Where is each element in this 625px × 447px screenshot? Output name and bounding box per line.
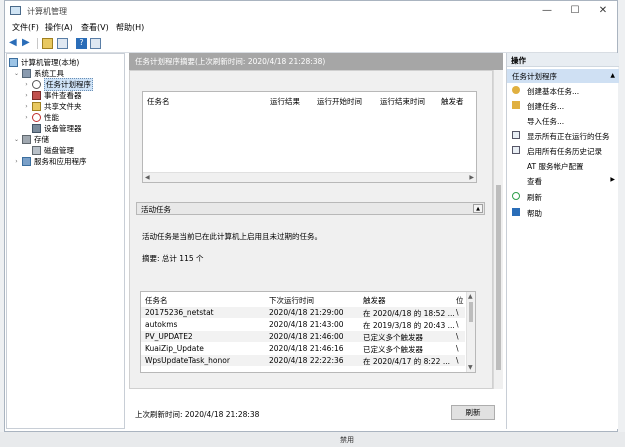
column-header[interactable]: 运行开始时间 <box>317 96 362 107</box>
actions-pane: 操作 任务计划程序 ▲ 创建基本任务... 创建任务... 导入任务... 显示… <box>506 53 619 429</box>
storage-icon <box>22 135 31 144</box>
action-view[interactable]: 查看 ▶ <box>507 174 619 187</box>
background-text: 禁用 <box>340 436 354 444</box>
help-icon <box>512 208 520 216</box>
active-tasks-section-header[interactable]: 活动任务 ▲ <box>136 202 485 215</box>
expand-toggle-icon[interactable]: › <box>23 112 30 123</box>
expand-toggle-icon[interactable]: › <box>23 90 30 101</box>
expand-toggle-icon[interactable]: › <box>23 79 30 90</box>
show-hide-tree-icon[interactable] <box>57 38 68 49</box>
services-icon <box>22 157 31 166</box>
column-header[interactable]: 位 <box>456 295 464 306</box>
active-tasks-table: 任务名 下次运行时间 触发器 位 20175236_netstat 2020/4… <box>140 291 476 373</box>
action-import-task[interactable]: 导入任务... <box>507 114 619 127</box>
expand-toggle-icon[interactable]: ⌄ <box>13 68 20 79</box>
toolbar: ◀ ▶ ? <box>5 35 617 53</box>
summary-header: 任务计划程序摘要(上次刷新时间: 2020/4/18 21:28:38) <box>129 53 503 70</box>
collapse-section-icon[interactable]: ▲ <box>473 204 483 213</box>
menu-view[interactable]: 查看(V) <box>81 22 109 33</box>
column-header[interactable]: 任务名 <box>147 96 170 107</box>
active-tasks-summary: 摘要: 总计 115 个 <box>142 254 204 263</box>
menu-bar: 文件(F) 操作(A) 查看(V) 帮助(H) <box>5 20 617 35</box>
tools-icon <box>22 69 31 78</box>
table-row[interactable]: autokms 2020/4/18 21:43:00 在 2019/3/18 的… <box>141 319 465 330</box>
menu-help[interactable]: 帮助(H) <box>116 22 144 33</box>
create-basic-task-icon <box>512 86 520 94</box>
column-header[interactable]: 触发器 <box>363 295 386 306</box>
scroll-left-icon[interactable]: ◀ <box>145 174 150 181</box>
menu-action[interactable]: 操作(A) <box>45 22 73 33</box>
back-arrow-icon[interactable]: ◀ <box>9 38 20 49</box>
toolbar-separator <box>37 38 38 49</box>
refresh-button[interactable]: 刷新 <box>451 405 495 420</box>
column-header[interactable]: 任务名 <box>145 295 168 306</box>
help-toolbar-icon[interactable]: ? <box>76 38 87 49</box>
history-icon <box>512 146 520 154</box>
action-help[interactable]: 帮助 <box>507 206 619 219</box>
action-enable-history[interactable]: 启用所有任务历史记录 <box>507 144 619 157</box>
computer-management-window: 计算机管理 — ☐ ✕ 文件(F) 操作(A) 查看(V) 帮助(H) ◀ ▶ … <box>4 0 619 432</box>
up-folder-icon[interactable] <box>42 38 53 49</box>
column-header[interactable]: 触发者 <box>441 96 464 107</box>
minimize-button[interactable]: — <box>533 1 561 21</box>
action-show-running-tasks[interactable]: 显示所有正在运行的任务 <box>507 129 619 142</box>
pane-vertical-scrollbar[interactable] <box>493 70 503 389</box>
summary-footer: 上次刷新时间: 2020/4/18 21:28:38 刷新 <box>129 389 503 429</box>
refresh-icon <box>512 192 520 200</box>
task-status-table: 任务名 运行结果 运行开始时间 运行结束时间 触发者 ◀ ▶ <box>142 91 477 183</box>
last-refresh-text: 上次刷新时间: 2020/4/18 21:28:38 <box>135 410 260 419</box>
background-strip: 禁用 <box>0 432 625 447</box>
disk-icon <box>32 146 41 155</box>
task-scheduler-summary-pane: 任务计划程序摘要(上次刷新时间: 2020/4/18 21:28:38) 任务名… <box>129 53 503 429</box>
action-refresh[interactable]: 刷新 <box>507 190 619 203</box>
window-title: 计算机管理 <box>27 7 67 16</box>
summary-content: 任务名 运行结果 运行开始时间 运行结束时间 触发者 ◀ ▶ 活动任务 ▲ 活动… <box>129 70 493 389</box>
horizontal-scrollbar[interactable]: ◀ ▶ <box>143 172 476 182</box>
table-row[interactable]: PV_UPDATE2 2020/4/18 21:46:00 已定义多个触发器 \ <box>141 331 465 342</box>
action-create-task[interactable]: 创建任务... <box>507 99 619 112</box>
device-manager-icon <box>32 124 41 133</box>
actions-task-scheduler-header[interactable]: 任务计划程序 ▲ <box>507 69 619 83</box>
close-button[interactable]: ✕ <box>589 1 617 21</box>
expand-toggle-icon[interactable]: › <box>13 156 20 167</box>
collapse-triangle-icon[interactable]: ▲ <box>610 72 615 79</box>
computer-management-icon <box>10 6 21 15</box>
console-tree: 计算机管理(本地) ⌄ 系统工具 › 任务计划程序 › 事件查看器 › 共享文件… <box>6 53 125 429</box>
forward-arrow-icon[interactable]: ▶ <box>22 38 33 49</box>
scroll-up-icon[interactable]: ▲ <box>468 293 473 300</box>
event-viewer-icon <box>32 91 41 100</box>
column-header[interactable]: 下次运行时间 <box>269 295 314 306</box>
table-row[interactable]: 20175236_netstat 2020/4/18 21:29:00 在 20… <box>141 307 465 318</box>
computer-icon <box>9 58 18 67</box>
scroll-down-icon[interactable]: ▼ <box>468 364 473 371</box>
show-action-pane-icon[interactable] <box>90 38 101 49</box>
scroll-thumb[interactable] <box>496 185 501 370</box>
scroll-thumb[interactable] <box>469 302 473 322</box>
menu-file[interactable]: 文件(F) <box>12 22 39 33</box>
active-tasks-description: 活动任务是当前已在此计算机上启用且未过期的任务。 <box>142 232 322 241</box>
submenu-arrow-icon: ▶ <box>610 176 615 183</box>
action-create-basic-task[interactable]: 创建基本任务... <box>507 84 619 97</box>
running-tasks-icon <box>512 131 520 139</box>
column-header[interactable]: 运行结果 <box>270 96 300 107</box>
vertical-scrollbar[interactable]: ▲ ▼ <box>466 292 475 372</box>
table-row[interactable]: WpsUpdateTask_honor 2020/4/18 22:22:36 在… <box>141 355 465 366</box>
actions-title: 操作 <box>507 53 619 67</box>
title-bar: 计算机管理 — ☐ ✕ <box>5 1 617 21</box>
performance-icon <box>32 113 41 122</box>
scroll-right-icon[interactable]: ▶ <box>469 174 474 181</box>
shared-folder-icon <box>32 102 41 111</box>
table-row[interactable]: KuaiZip_Update 2020/4/18 21:46:16 已定义多个触… <box>141 343 465 354</box>
maximize-button[interactable]: ☐ <box>561 1 589 21</box>
action-at-service-config[interactable]: AT 服务帐户配置 <box>507 159 619 172</box>
column-header[interactable]: 运行结束时间 <box>380 96 425 107</box>
expand-toggle-icon[interactable]: › <box>23 101 30 112</box>
expand-toggle-icon[interactable]: ⌄ <box>13 134 20 145</box>
clock-icon <box>32 80 41 89</box>
create-task-icon <box>512 101 520 109</box>
